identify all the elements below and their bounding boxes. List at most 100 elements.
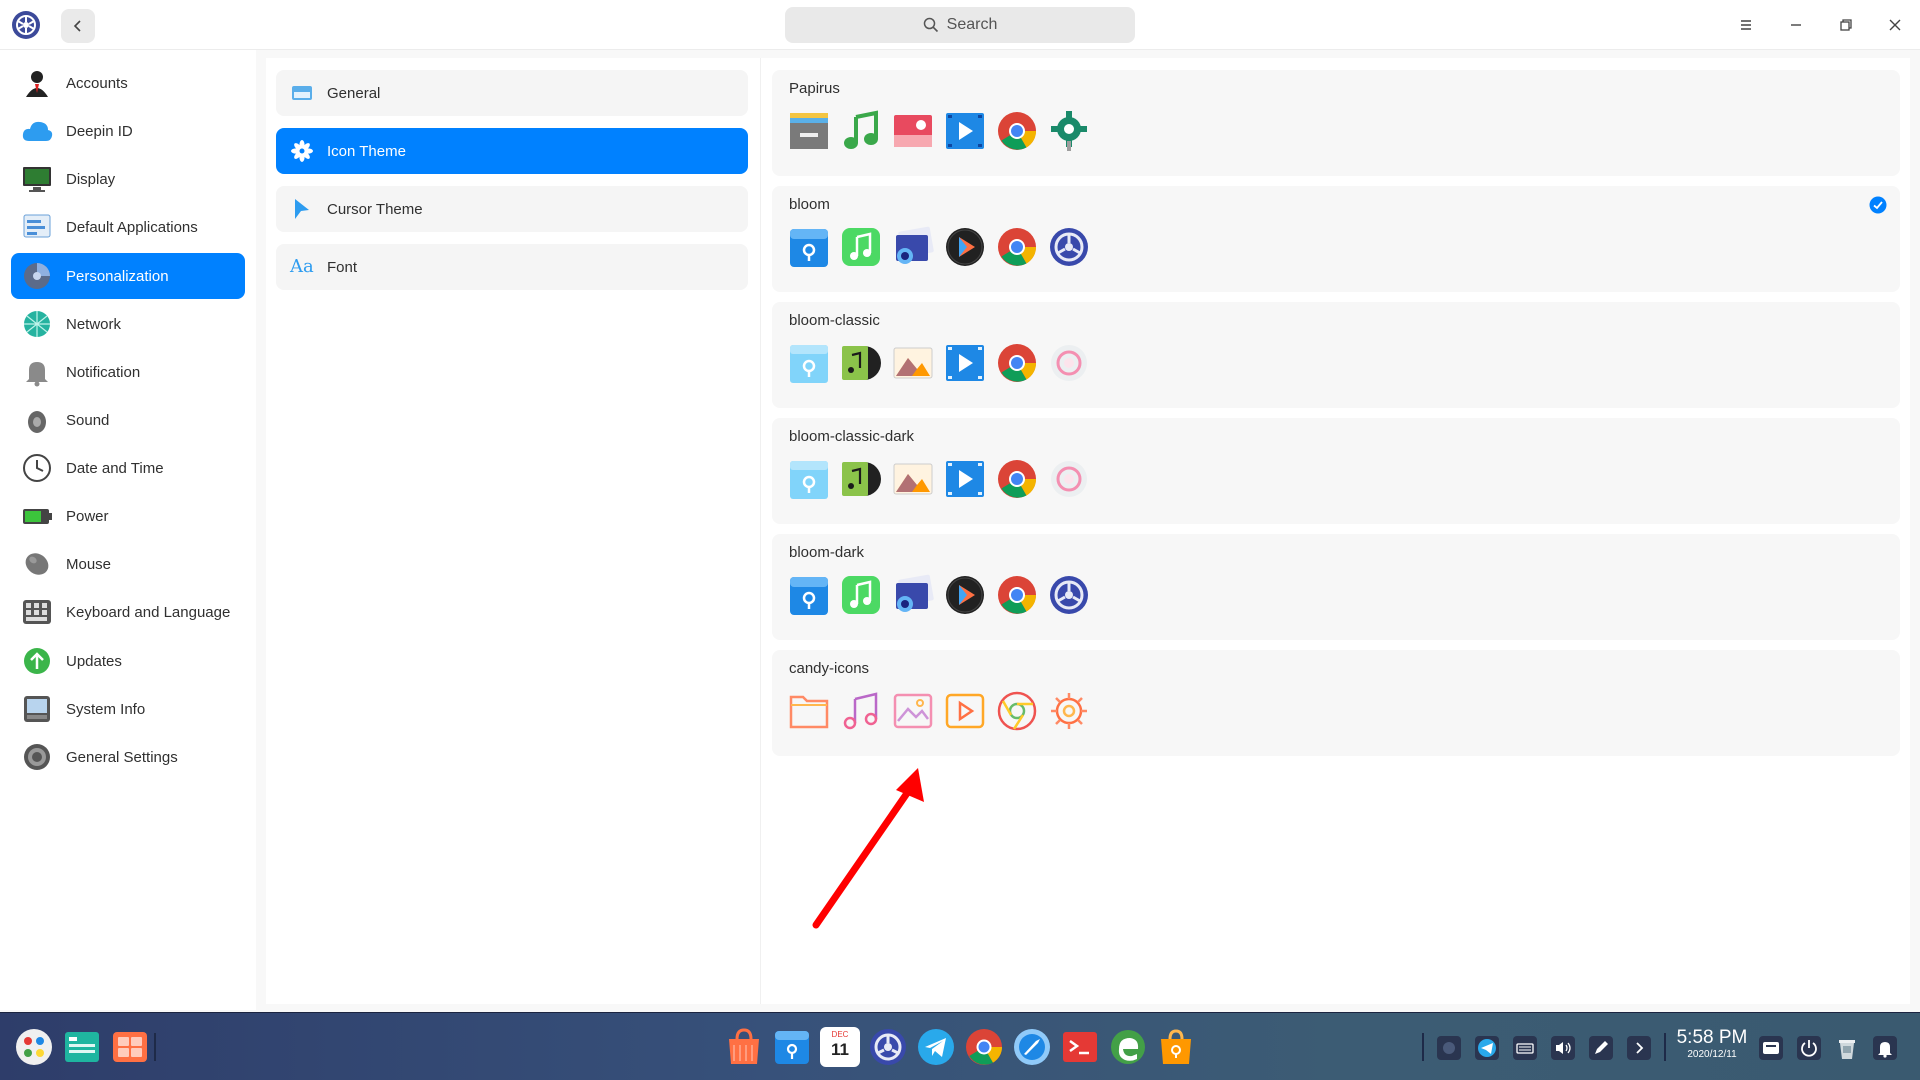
chrome-icon[interactable] xyxy=(964,1027,1004,1067)
theme-card-papirus[interactable]: Papirus xyxy=(772,70,1900,176)
search-input[interactable]: Search xyxy=(785,7,1135,43)
folder-icon xyxy=(789,695,829,729)
theme-preview-icons xyxy=(788,225,1090,273)
tray-app-icon[interactable] xyxy=(1436,1035,1462,1061)
show-desktop-icon[interactable] xyxy=(110,1027,150,1067)
sidebar-item-general-settings[interactable]: General Settings xyxy=(11,734,245,780)
dock-separator xyxy=(1664,1033,1666,1061)
music-icon xyxy=(843,692,878,730)
volume-icon[interactable] xyxy=(1550,1035,1576,1061)
chrome-icon xyxy=(997,691,1037,731)
theme-card-bloom-dark[interactable]: bloom-dark xyxy=(772,534,1900,640)
sidebar-item-label: Date and Time xyxy=(66,459,164,477)
image-viewer-icon xyxy=(896,574,934,612)
flower-icon xyxy=(291,140,313,162)
sidebar-item-label: Display xyxy=(66,170,116,188)
title-bar: Search xyxy=(0,0,1920,50)
sidebar-item-mouse[interactable]: Mouse xyxy=(11,541,245,587)
settings-gear-icon xyxy=(1051,693,1087,729)
menu-item-icon-theme[interactable]: Icon Theme xyxy=(276,128,748,174)
theme-card-bloom-classic-dark[interactable]: bloom-classic-dark xyxy=(772,418,1900,524)
sidebar-item-accounts[interactable]: Accounts xyxy=(11,60,245,106)
sidebar-item-sound[interactable]: Sound xyxy=(11,397,245,443)
trash-icon[interactable] xyxy=(1834,1035,1860,1061)
music-icon xyxy=(842,346,881,380)
sidebar-item-notification[interactable]: Notification xyxy=(11,349,245,395)
power-icon[interactable] xyxy=(1796,1035,1822,1061)
settings-gear-icon xyxy=(1051,461,1087,497)
file-manager-icon xyxy=(790,113,828,149)
file-manager-icon[interactable] xyxy=(772,1027,812,1067)
back-button[interactable] xyxy=(61,9,95,43)
image-viewer-icon xyxy=(893,463,933,495)
display-icon xyxy=(23,167,51,192)
speaker-icon xyxy=(28,411,46,433)
sidebar-item-date-and-time[interactable]: Date and Time xyxy=(11,445,245,491)
minimize-icon xyxy=(1791,24,1801,26)
hamburger-menu-icon xyxy=(1741,20,1751,30)
control-center-icon[interactable] xyxy=(868,1027,908,1067)
theme-card-candy-icons[interactable]: candy-icons xyxy=(772,650,1900,756)
sidebar-item-label: General Settings xyxy=(66,748,178,766)
sidebar-item-label: Network xyxy=(66,315,122,333)
sidebar-item-deepin-id[interactable]: Deepin ID xyxy=(11,108,245,154)
image-viewer-icon xyxy=(893,347,933,379)
theme-card-bloom-classic[interactable]: bloom-classic xyxy=(772,302,1900,408)
sidebar-item-label: Power xyxy=(66,507,109,525)
sidebar-item-default-applications[interactable]: Default Applications xyxy=(11,204,245,250)
network-icon xyxy=(24,311,50,337)
system-info-icon xyxy=(24,696,50,722)
theme-card-bloom[interactable]: bloom xyxy=(772,186,1900,292)
menu-item-cursor-theme[interactable]: Cursor Theme xyxy=(276,186,748,232)
close-button[interactable] xyxy=(1883,13,1907,37)
chevron-right-icon[interactable] xyxy=(1626,1035,1652,1061)
onscreen-keyboard-icon[interactable] xyxy=(1758,1035,1784,1061)
menu-button[interactable] xyxy=(1734,13,1758,37)
sidebar-item-personalization[interactable]: Personalization xyxy=(11,253,245,299)
theme-preview-icons xyxy=(788,689,1090,737)
image-viewer-icon xyxy=(894,115,932,147)
calendar-day: 11 xyxy=(831,1040,849,1059)
notification-bell-icon[interactable] xyxy=(1872,1035,1898,1061)
theme-name: bloom-dark xyxy=(789,544,865,561)
sidebar-item-updates[interactable]: Updates xyxy=(11,638,245,684)
calendar-icon[interactable]: DEC 11 xyxy=(820,1027,860,1067)
chrome-icon xyxy=(998,112,1036,150)
browser-icon[interactable] xyxy=(1012,1027,1052,1067)
menu-item-general[interactable]: General xyxy=(276,70,748,116)
telegram-icon[interactable] xyxy=(916,1027,956,1067)
sidebar-item-system-info[interactable]: System Info xyxy=(11,686,245,732)
app-store-icon[interactable] xyxy=(724,1027,764,1067)
chevron-left-icon xyxy=(73,20,81,32)
music-icon xyxy=(842,462,881,496)
edge-icon[interactable] xyxy=(1108,1027,1148,1067)
sidebar-item-power[interactable]: Power xyxy=(11,493,245,539)
launcher-icon[interactable] xyxy=(14,1027,54,1067)
video-player-icon xyxy=(945,693,985,729)
telegram-tray-icon[interactable] xyxy=(1474,1035,1500,1061)
sidebar-item-display[interactable]: Display xyxy=(11,156,245,202)
theme-name: candy-icons xyxy=(789,660,870,677)
pen-tray-icon[interactable] xyxy=(1588,1035,1614,1061)
sidebar-item-label: Mouse xyxy=(66,555,112,573)
file-manager-icon xyxy=(790,577,828,615)
terminal-icon[interactable] xyxy=(1060,1027,1100,1067)
multitask-view-icon[interactable] xyxy=(62,1027,102,1067)
menu-item-font[interactable]: Aa Font xyxy=(276,244,748,290)
chrome-icon xyxy=(998,576,1036,614)
clock-icon xyxy=(23,454,51,482)
accounts-icon xyxy=(26,71,48,97)
minimize-button[interactable] xyxy=(1784,13,1808,37)
sidebar-item-network[interactable]: Network xyxy=(11,301,245,347)
file-manager-icon xyxy=(790,229,828,267)
theme-preview-icons xyxy=(788,573,1090,621)
clock[interactable]: 5:58 PM 2020/12/11 xyxy=(1672,1027,1752,1061)
sidebar-item-keyboard-and-language[interactable]: Keyboard and Language xyxy=(11,589,245,635)
sidebar-item-label: Keyboard and Language xyxy=(66,603,231,621)
maximize-button[interactable] xyxy=(1834,13,1858,37)
keyboard-tray-icon[interactable] xyxy=(1512,1035,1538,1061)
menu-item-label: Cursor Theme xyxy=(327,200,423,218)
shopping-bag-icon[interactable] xyxy=(1156,1027,1196,1067)
control-center-logo-icon[interactable] xyxy=(11,10,41,40)
font-icon: Aa xyxy=(290,256,314,277)
